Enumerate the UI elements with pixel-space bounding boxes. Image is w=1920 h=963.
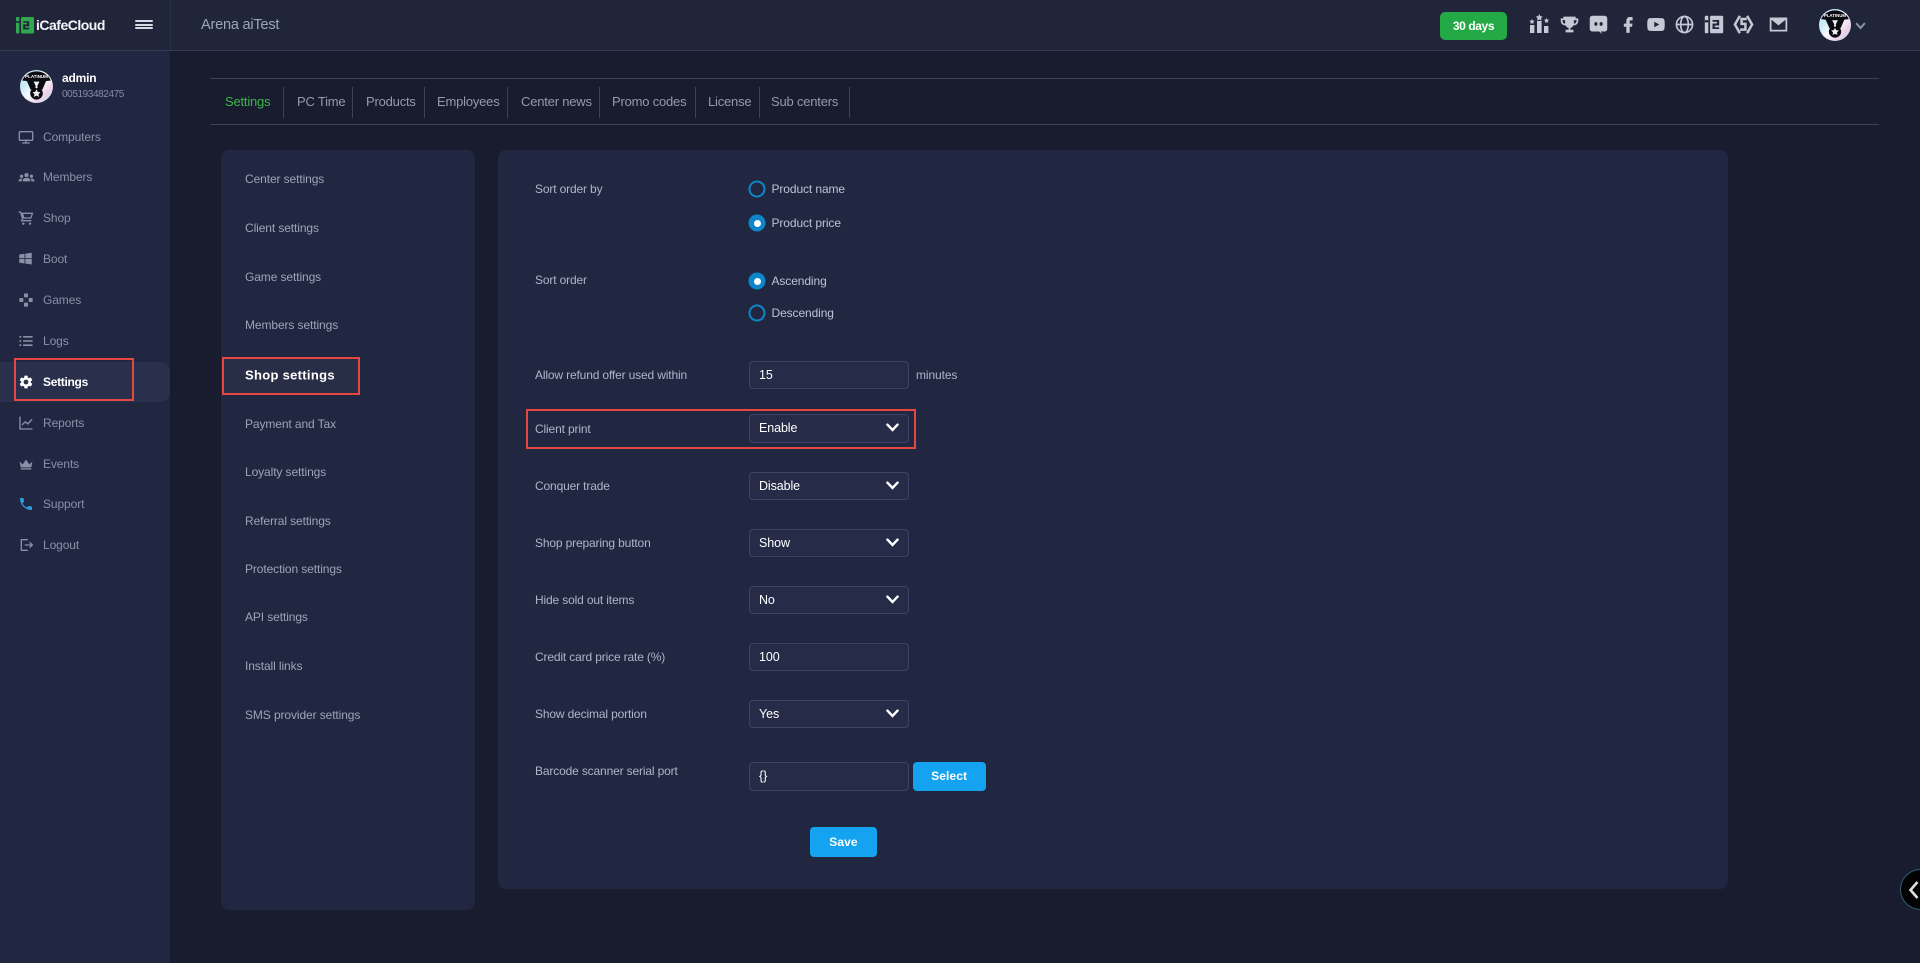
svg-text:PLATINUM: PLATINUM xyxy=(1824,13,1846,18)
svg-text:PLATINUM: PLATINUM xyxy=(25,74,48,79)
